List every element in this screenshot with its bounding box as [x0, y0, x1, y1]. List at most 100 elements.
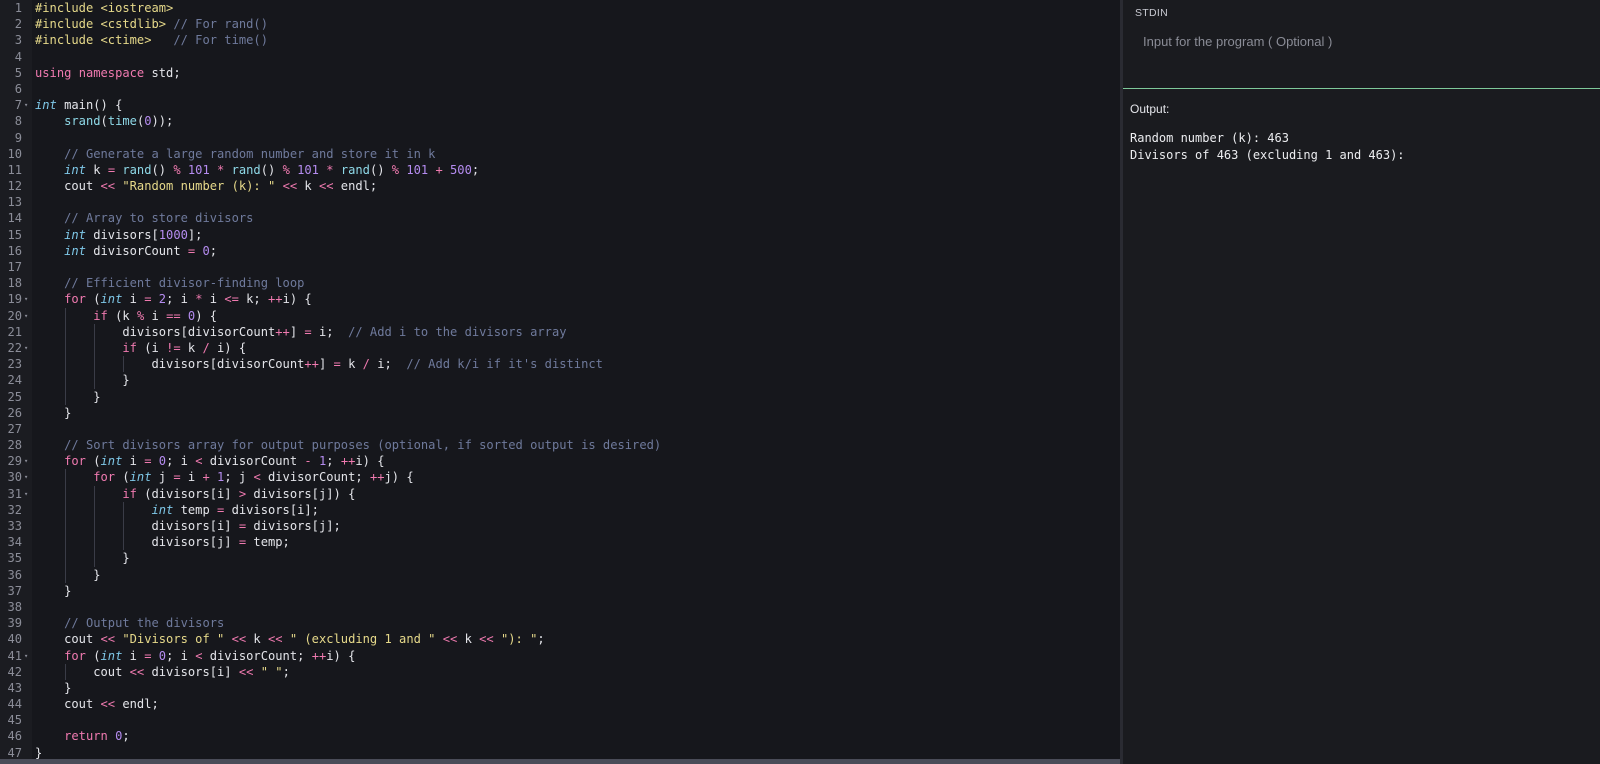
- code-token: 101: [406, 162, 429, 177]
- code-token: return: [64, 729, 108, 744]
- code-line[interactable]: 45: [0, 712, 1120, 728]
- code-line[interactable]: 43 }: [0, 680, 1120, 696]
- code-token: divisors[i]: [144, 664, 239, 679]
- horizontal-scrollbar[interactable]: [0, 759, 1120, 764]
- code-line[interactable]: 4: [0, 49, 1120, 65]
- fold-toggle-icon[interactable]: ▾: [24, 486, 28, 502]
- code-line[interactable]: 32 int temp = divisors[i];: [0, 501, 1120, 518]
- fold-toggle-icon[interactable]: ▾: [24, 469, 28, 485]
- code-token: /: [202, 340, 210, 355]
- code-line[interactable]: 42 cout << divisors[i] << " ";: [0, 663, 1120, 680]
- fold-toggle-icon[interactable]: ▾: [24, 648, 28, 664]
- line-number: 43: [7, 680, 22, 695]
- code-token: cout: [35, 632, 101, 647]
- code-line[interactable]: 41 ▾ for (int i = 0; i < divisorCount; ++…: [0, 648, 1120, 664]
- code-line[interactable]: 25 }: [0, 388, 1120, 405]
- code-line[interactable]: 26 }: [0, 405, 1120, 421]
- line-number: 6: [14, 81, 22, 96]
- code-token: ];: [187, 227, 203, 242]
- code-line[interactable]: 14 // Array to store divisors: [0, 210, 1120, 226]
- code-line[interactable]: 35 }: [0, 550, 1120, 567]
- code-line[interactable]: 23 divisors[divisorCount++] = k / i; // …: [0, 356, 1120, 373]
- code-line[interactable]: 8 srand(time(0));: [0, 113, 1120, 129]
- code-line[interactable]: 24 }: [0, 372, 1120, 389]
- code-text: }: [35, 583, 71, 599]
- code-line[interactable]: 16 int divisorCount = 0;: [0, 243, 1120, 259]
- code-token: divisors[j];: [246, 519, 341, 533]
- code-line[interactable]: 20 ▾ if (k % i == 0) {: [0, 307, 1120, 324]
- code-line[interactable]: 9: [0, 130, 1120, 146]
- code-text: for (int j = i + 1; j < divisorCount; ++…: [35, 469, 413, 485]
- code-token: i: [122, 454, 145, 469]
- code-line[interactable]: 46 return 0;: [0, 728, 1120, 744]
- code-line[interactable]: 36 }: [0, 566, 1120, 583]
- code-line[interactable]: 11 int k = rand() % 101 * rand() % 101 *…: [0, 162, 1120, 178]
- line-number: 3: [14, 33, 22, 48]
- code-line[interactable]: 40 cout << "Divisors of " << k << " (exc…: [0, 631, 1120, 647]
- code-line[interactable]: 38: [0, 599, 1120, 615]
- code-line[interactable]: 29 ▾ for (int i = 0; i < divisorCount - 1…: [0, 453, 1120, 469]
- fold-toggle-icon[interactable]: ▾: [24, 291, 28, 307]
- code-line[interactable]: 1 #include <iostream>: [0, 0, 1120, 16]
- code-line[interactable]: 19 ▾ for (int i = 2; i * i <= k; ++i) {: [0, 291, 1120, 307]
- code-line[interactable]: 18 // Efficient divisor-finding loop: [0, 275, 1120, 291]
- code-line[interactable]: 12 cout << "Random number (k): " << k <<…: [0, 178, 1120, 194]
- code-line[interactable]: 39 // Output the divisors: [0, 615, 1120, 631]
- code-line[interactable]: 7 ▾ int main() {: [0, 97, 1120, 113]
- code-token: ;: [122, 729, 130, 744]
- code-token: "): ": [501, 632, 538, 647]
- code-line[interactable]: 13: [0, 194, 1120, 210]
- code-line[interactable]: 15 int divisors[1000];: [0, 227, 1120, 243]
- code-token: main() {: [56, 98, 123, 113]
- code-line[interactable]: 37 }: [0, 583, 1120, 599]
- code-token: divisors[i];: [224, 502, 319, 517]
- code-token: for: [64, 648, 86, 663]
- code-token: // Generate a large random number and st…: [64, 146, 436, 161]
- code-line[interactable]: 34 divisors[j] = temp;: [0, 534, 1120, 551]
- line-number: 20: [7, 308, 22, 323]
- code-line[interactable]: 21 divisors[divisorCount++] = i; // Add …: [0, 323, 1120, 340]
- line-number: 12: [7, 179, 22, 194]
- code-token: }: [35, 680, 72, 695]
- fold-toggle-icon[interactable]: ▾: [24, 453, 28, 469]
- fold-toggle-icon[interactable]: ▾: [24, 97, 28, 113]
- code-token: ));: [151, 114, 174, 129]
- code-line[interactable]: 3 #include <ctime> // For time(): [0, 32, 1120, 48]
- code-line[interactable]: 33 divisors[i] = divisors[j];: [0, 518, 1120, 535]
- code-line[interactable]: 6: [0, 81, 1120, 97]
- code-line[interactable]: 22 ▾ if (i != k / i) {: [0, 339, 1120, 357]
- code-line[interactable]: 17: [0, 259, 1120, 275]
- code-line[interactable]: 10 // Generate a large random number and…: [0, 146, 1120, 162]
- code-text: // Output the divisors: [35, 615, 224, 631]
- fold-toggle-icon[interactable]: ▾: [24, 340, 28, 356]
- code-line[interactable]: 31 ▾ if (divisors[i] > divisors[j]) {: [0, 485, 1120, 502]
- line-number: 30: [7, 470, 22, 485]
- fold-toggle-icon[interactable]: ▾: [24, 308, 28, 324]
- code-token: ++: [268, 292, 283, 307]
- code-line[interactable]: 28 // Sort divisors array for output pur…: [0, 437, 1120, 453]
- output-text: Random number (k): 463 Divisors of 463 (…: [1130, 131, 1405, 162]
- line-number: 37: [7, 583, 22, 598]
- line-number: 1: [14, 1, 22, 15]
- code-token: "Divisors of ": [122, 632, 225, 647]
- code-line[interactable]: 2 #include <cstdlib> // For rand(): [0, 16, 1120, 32]
- stdin-input[interactable]: [1123, 28, 1600, 86]
- code-editor[interactable]: 1 #include <iostream> 2 #include <cstdlib> …: [0, 0, 1120, 764]
- code-line[interactable]: 27: [0, 421, 1120, 437]
- code-line[interactable]: 30 ▾ for (int j = i + 1; j < divisorCount…: [0, 469, 1120, 486]
- code-line[interactable]: 5 using namespace std;: [0, 65, 1120, 81]
- code-line[interactable]: 44 cout << endl;: [0, 696, 1120, 712]
- code-text: }: [35, 372, 129, 388]
- code-token: namespace: [78, 65, 145, 80]
- code-token: i: [202, 292, 225, 307]
- code-token: for: [64, 454, 86, 469]
- line-number: 2: [14, 17, 22, 32]
- code-token: ;: [537, 632, 545, 647]
- code-token: k;: [238, 292, 268, 307]
